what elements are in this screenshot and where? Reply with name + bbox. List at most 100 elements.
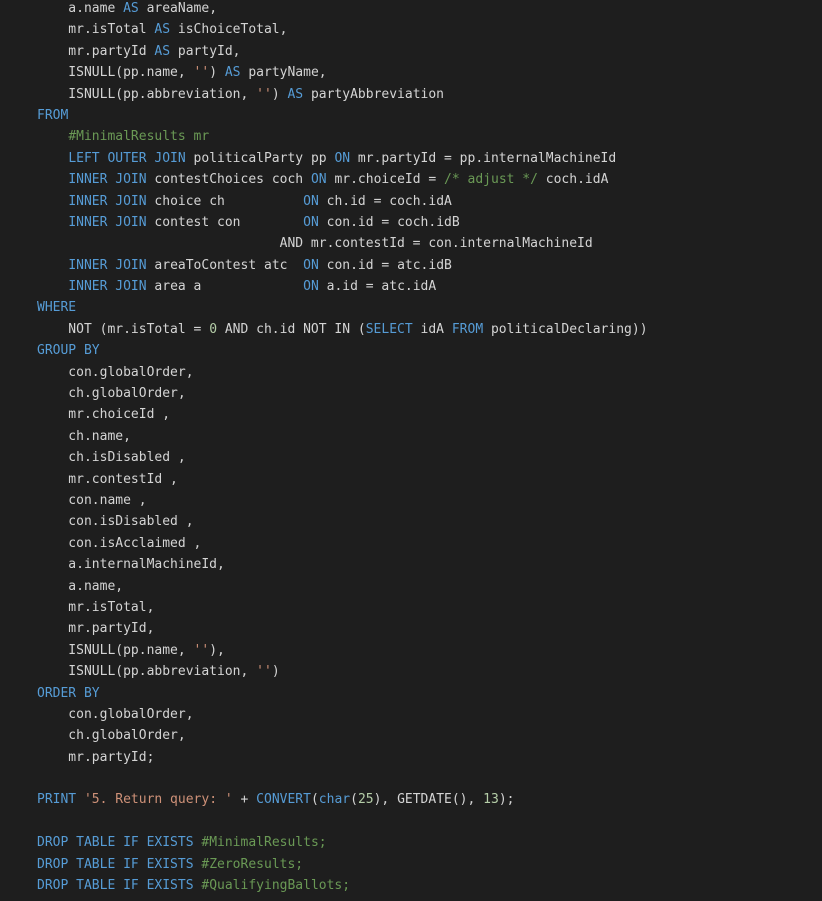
code-token-kw: INNER JOIN <box>68 214 147 230</box>
code-token-txt: NOT (mr.isTotal = <box>37 321 210 337</box>
code-token-txt: + <box>232 792 257 808</box>
code-token-txt: ISNULL(pp.abbreviation, <box>37 86 257 102</box>
code-token-txt: partyName, <box>240 65 327 81</box>
code-token-kw: INNER JOIN <box>68 193 147 209</box>
code-token-kw: ON <box>310 172 327 188</box>
code-token-com: /* adjust */ <box>444 172 538 188</box>
code-line: PRINT '5. Return query: ' + CONVERT(char… <box>37 789 822 810</box>
code-view: a.name AS areaName, mr.isTotal AS isChoi… <box>0 0 822 901</box>
code-token-txt: politicalParty pp <box>185 150 335 166</box>
code-line: ISNULL(pp.name, '') AS partyName, <box>37 62 822 83</box>
code-token-txt: ISNULL(pp.name, <box>37 65 194 81</box>
code-token-txt: ) <box>209 65 225 81</box>
code-token-txt: idA <box>412 321 452 337</box>
code-line: a.name AS areaName, <box>37 0 822 19</box>
code-token-txt: isChoiceTotal, <box>170 22 288 38</box>
code-token-num: 0 <box>209 321 218 337</box>
code-token-kw: FROM <box>451 321 484 337</box>
code-token-kw: ORDER BY <box>37 685 100 701</box>
code-token-kw: INNER JOIN <box>68 279 147 295</box>
code-line: ORDER BY <box>37 683 822 704</box>
code-token-txt: a.internalMachineId, <box>37 557 225 573</box>
code-line: INNER JOIN contestChoices coch ON mr.cho… <box>37 169 822 190</box>
code-token-kw: FROM <box>37 107 69 123</box>
code-token-txt: choice ch <box>146 193 304 209</box>
code-token-txt: con.id = coch.idB <box>318 214 460 230</box>
code-line: INNER JOIN areaToContest atc ON con.id =… <box>37 255 822 276</box>
code-token-txt: AND mr.contestId = con.internalMachineId <box>37 236 593 252</box>
code-line: ISNULL(pp.abbreviation, '') AS partyAbbr… <box>37 84 822 105</box>
code-token-txt: con.name , <box>37 492 147 508</box>
code-token-txt: ISNULL(pp.name, <box>37 642 194 658</box>
code-token-txt: partyId, <box>170 43 241 59</box>
code-token-kw: ON <box>303 214 319 230</box>
code-token-txt: contestChoices coch <box>146 172 311 188</box>
code-token-com: #MinimalResults; <box>201 835 327 851</box>
code-token-str: '' <box>193 642 210 658</box>
code-line: con.globalOrder, <box>37 704 822 725</box>
code-token-kw: INNER JOIN <box>68 257 147 273</box>
code-token-str: '5. Return query: ' <box>83 792 233 808</box>
code-token-txt: con.globalOrder, <box>37 364 194 380</box>
code-line: AND mr.contestId = con.internalMachineId <box>37 233 822 254</box>
code-line: a.internalMachineId, <box>37 554 822 575</box>
code-line: ch.isDisabled , <box>37 447 822 468</box>
code-line: DROP TABLE IF EXISTS #MinimalResults; <box>37 832 822 853</box>
code-token-txt: mr.partyId; <box>37 749 155 765</box>
code-token-kw: ON <box>334 150 351 166</box>
code-line: ch.globalOrder, <box>37 383 822 404</box>
code-token-txt: ch.id = coch.idA <box>318 193 452 209</box>
code-token-kw: AS <box>154 43 171 59</box>
code-line: mr.partyId; <box>37 747 822 768</box>
code-line: ch.name, <box>37 426 822 447</box>
code-token-txt: ISNULL(pp.abbreviation, <box>37 664 257 680</box>
code-token-kw: INNER JOIN <box>68 172 147 188</box>
code-token-txt: contest con <box>146 214 304 230</box>
code-token-str: '' <box>256 86 272 102</box>
code-token-kw: AS <box>287 86 304 102</box>
code-token-num: 13 <box>483 792 499 808</box>
code-token-txt: ) <box>271 664 280 680</box>
code-token-kw: ON <box>303 279 319 295</box>
code-block: a.name AS areaName, mr.isTotal AS isChoi… <box>37 0 822 896</box>
code-line: a.name, <box>37 576 822 597</box>
code-token-kw: CONVERT <box>256 792 311 808</box>
code-line: DROP TABLE IF EXISTS #ZeroResults; <box>37 854 822 875</box>
code-token-txt: a.name, <box>37 578 124 594</box>
code-token-txt: con.id = atc.idB <box>318 257 452 273</box>
code-token-txt: con.isDisabled , <box>37 514 194 530</box>
code-token-txt: areaToContest atc <box>146 257 304 273</box>
code-token-txt: mr.partyId = pp.internalMachineId <box>350 150 617 166</box>
code-token-num: 25 <box>357 792 374 808</box>
code-token-txt: politicalDeclaring)) <box>483 321 648 337</box>
code-token-kw: GROUP BY <box>37 343 100 359</box>
code-token-txt: mr.choiceId , <box>37 407 171 423</box>
code-token-txt: ), <box>209 642 225 658</box>
code-token-kw: DROP TABLE IF EXISTS <box>37 856 194 872</box>
code-line: DROP TABLE IF EXISTS #QualifyingBallots; <box>37 875 822 896</box>
code-line: mr.contestId , <box>37 469 822 490</box>
code-token-com: #QualifyingBallots; <box>201 878 351 894</box>
code-line: mr.isTotal, <box>37 597 822 618</box>
code-line: con.isDisabled , <box>37 511 822 532</box>
code-line: ch.globalOrder, <box>37 725 822 746</box>
code-token-txt: ) <box>271 86 288 102</box>
code-token-txt: ( <box>310 792 319 808</box>
code-token-txt: coch.idA <box>537 172 609 188</box>
code-token-txt: AND ch.id NOT IN ( <box>217 321 366 337</box>
code-line: INNER JOIN choice ch ON ch.id = coch.idA <box>37 191 822 212</box>
code-token-str: '' <box>193 65 210 81</box>
code-token-txt: ( <box>350 792 358 808</box>
code-token-kw: LEFT OUTER JOIN <box>68 150 186 166</box>
code-token-txt: ); <box>498 792 515 808</box>
code-token-com: #ZeroResults; <box>201 856 304 872</box>
code-token-txt: a.name <box>37 1 124 16</box>
code-token-txt: mr.isTotal <box>37 22 155 38</box>
code-token-kw: DROP TABLE IF EXISTS <box>37 835 194 851</box>
